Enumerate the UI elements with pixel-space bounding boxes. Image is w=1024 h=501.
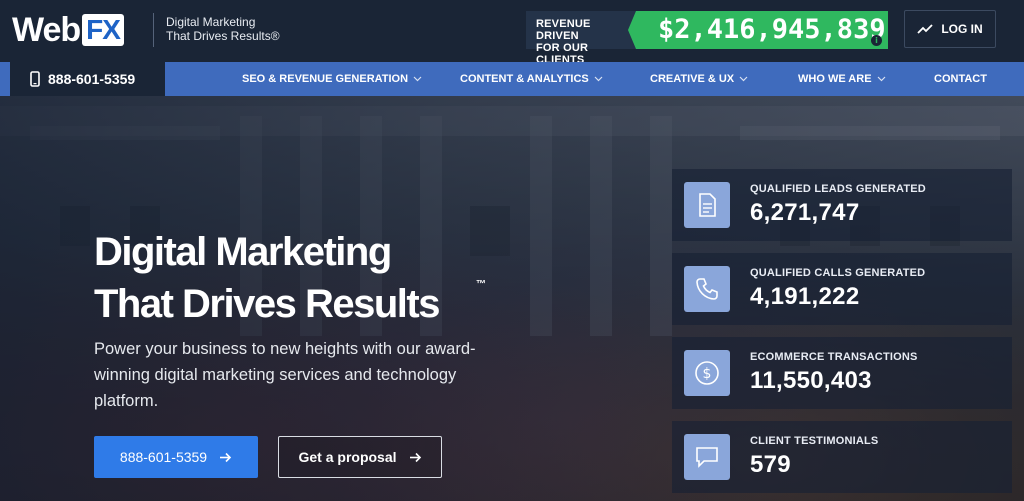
nav-item-label: WHO WE ARE bbox=[798, 73, 872, 85]
webfx-logo[interactable]: Web FX bbox=[12, 12, 124, 48]
trademark-symbol: ™ bbox=[476, 279, 486, 290]
hero-subtitle: Power your business to new heights with … bbox=[94, 340, 476, 410]
tagline-line1: Digital Marketing bbox=[166, 15, 256, 29]
revenue-value-box: $2,416,945,839 i bbox=[628, 11, 888, 49]
stat-value: 6,271,747 bbox=[750, 199, 860, 226]
logo-web-text: Web bbox=[12, 11, 81, 49]
info-icon[interactable]: i bbox=[871, 35, 882, 46]
proposal-button-label: Get a proposal bbox=[298, 449, 397, 465]
hero-title-line1: Digital Marketing bbox=[94, 230, 392, 274]
hero-title: Digital Marketing That Drives Results bbox=[94, 226, 554, 330]
revenue-counter: REVENUE DRIVEN FOR OUR CLIENTS $2,416,94… bbox=[526, 11, 888, 66]
call-button-label: 888-601-5359 bbox=[119, 449, 208, 465]
arrow-right-icon bbox=[220, 452, 232, 462]
chevron-down-icon bbox=[739, 76, 748, 82]
nav-item-content[interactable]: CONTENT & ANALYTICS bbox=[460, 62, 603, 96]
logo-divider bbox=[153, 13, 154, 47]
stat-card-testimonials: CLIENT TESTIMONIALS 579 bbox=[672, 421, 1012, 493]
tagline-line2: That Drives Results® bbox=[166, 29, 280, 43]
arrow-right-icon bbox=[409, 452, 421, 462]
chat-icon bbox=[684, 434, 730, 480]
svg-text:$: $ bbox=[703, 366, 712, 382]
stat-label: ECOMMERCE TRANSACTIONS bbox=[750, 351, 918, 363]
stat-card-leads: QUALIFIED LEADS GENERATED 6,271,747 bbox=[672, 169, 1012, 241]
revenue-value: $2,416,945,839 bbox=[658, 14, 886, 45]
stat-card-ecommerce: $ ECOMMERCE TRANSACTIONS 11,550,403 bbox=[672, 337, 1012, 409]
top-header: Web FX Digital Marketing That Drives Res… bbox=[0, 0, 1024, 66]
stat-value: 4,191,222 bbox=[750, 283, 860, 310]
stat-value: 11,550,403 bbox=[750, 367, 872, 394]
revenue-label: REVENUE DRIVEN FOR OUR CLIENTS bbox=[526, 11, 636, 66]
nav-item-who-we-are[interactable]: WHO WE ARE bbox=[798, 62, 886, 96]
nav-phone-link[interactable]: 888-601-5359 bbox=[10, 62, 165, 96]
document-icon bbox=[684, 182, 730, 228]
chevron-down-icon bbox=[413, 76, 422, 82]
nav-item-seo[interactable]: SEO & REVENUE GENERATION bbox=[242, 62, 422, 96]
nav-phone-number: 888-601-5359 bbox=[48, 71, 136, 87]
chevron-down-icon bbox=[594, 76, 603, 82]
get-proposal-button[interactable]: Get a proposal bbox=[278, 436, 442, 478]
phone-icon bbox=[684, 266, 730, 312]
mobile-phone-icon bbox=[30, 71, 40, 87]
revenue-label-line1: REVENUE DRIVEN bbox=[536, 18, 591, 42]
nav-item-label: CONTACT bbox=[934, 73, 987, 85]
nav-item-contact[interactable]: CONTACT bbox=[934, 62, 987, 96]
main-nav: 888-601-5359 SEO & REVENUE GENERATION CO… bbox=[0, 62, 1024, 96]
stat-label: QUALIFIED CALLS GENERATED bbox=[750, 267, 926, 279]
stat-value: 579 bbox=[750, 451, 791, 478]
nav-item-label: SEO & REVENUE GENERATION bbox=[242, 73, 409, 85]
hero-section: Digital Marketing That Drives Results ™ … bbox=[0, 96, 1024, 501]
header-tagline: Digital Marketing That Drives Results® bbox=[166, 15, 280, 43]
logo-fx-text: FX bbox=[82, 14, 124, 46]
nav-item-label: CONTENT & ANALYTICS bbox=[460, 73, 589, 85]
stat-label: QUALIFIED LEADS GENERATED bbox=[750, 183, 926, 195]
nav-item-creative[interactable]: CREATIVE & UX bbox=[650, 62, 748, 96]
dollar-icon: $ bbox=[684, 350, 730, 396]
login-label: LOG IN bbox=[941, 22, 983, 36]
stat-label: CLIENT TESTIMONIALS bbox=[750, 435, 879, 447]
stat-card-calls: QUALIFIED CALLS GENERATED 4,191,222 bbox=[672, 253, 1012, 325]
trend-line-icon bbox=[917, 24, 933, 34]
login-button[interactable]: LOG IN bbox=[904, 10, 996, 48]
chevron-down-icon bbox=[877, 76, 885, 82]
call-button[interactable]: 888-601-5359 bbox=[94, 436, 258, 478]
nav-item-label: CREATIVE & UX bbox=[650, 73, 735, 85]
